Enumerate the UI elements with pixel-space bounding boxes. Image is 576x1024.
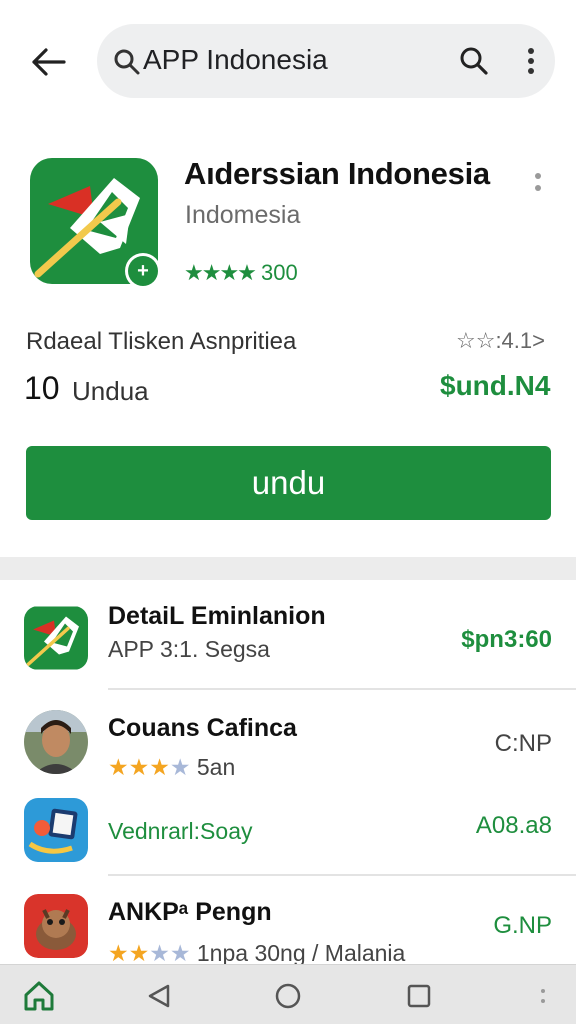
verified-badge-icon: + bbox=[125, 253, 161, 289]
list-item-subtitle: 1npa 30ng / Malania bbox=[196, 940, 406, 966]
app-title: Aıderssian Indonesia bbox=[184, 156, 490, 191]
avatar bbox=[24, 710, 88, 774]
top-bar: APP Indonesia bbox=[0, 0, 576, 120]
app-more-icon[interactable] bbox=[528, 167, 548, 197]
rating-count: 300 bbox=[261, 260, 298, 285]
system-nav-bar bbox=[0, 964, 576, 1024]
nav-more-icon[interactable] bbox=[526, 979, 560, 1013]
back-triangle-icon[interactable] bbox=[142, 979, 176, 1013]
list-item-subtitle: APP 3:1. Segsa bbox=[108, 636, 270, 662]
search-icon[interactable] bbox=[455, 42, 493, 80]
app-price: $und.N4 bbox=[440, 370, 551, 401]
list-item-price: $pn3:60 bbox=[461, 626, 552, 653]
meta-label: Rdaeal Tlisken Asnpritiea bbox=[26, 328, 297, 355]
list-item-title: DetaiL Eminlanion bbox=[108, 602, 326, 630]
list-item-subtitle: 5an bbox=[196, 754, 236, 780]
list-item-title: Couans Cafinca bbox=[108, 714, 297, 742]
app-icon bbox=[24, 894, 88, 958]
list-item-rating: ★★★★ 1npa 30ng / Malania bbox=[108, 940, 405, 967]
list-item-price: C:NP bbox=[494, 730, 552, 757]
list-item[interactable]: ANKPᵃ Pengn ★★★★ 1npa 30ng / Malania G.N… bbox=[0, 892, 576, 967]
app-icon bbox=[24, 606, 88, 670]
square-recents-icon[interactable] bbox=[402, 979, 436, 1013]
install-button[interactable]: undu bbox=[26, 446, 551, 520]
list-item-title: ANKPᵃ Pengn bbox=[108, 898, 272, 926]
list-item-subtitle: Vednrarl:Soay bbox=[108, 818, 253, 844]
meta-rating: ☆☆:4.1> bbox=[456, 328, 545, 353]
list-item[interactable]: DetaiL Eminlanion APP 3:1. Segsa $pn3:60 bbox=[0, 598, 576, 690]
list-item[interactable]: Couans Cafinca ★★★★ 5an C:NP bbox=[0, 706, 576, 790]
list-item-price: G.NP bbox=[493, 912, 552, 939]
meta-count-label: Undua bbox=[72, 376, 149, 406]
divider bbox=[108, 688, 576, 690]
rating-stars: ★★★★ bbox=[184, 260, 257, 285]
section-divider bbox=[0, 557, 576, 580]
search-lead-icon bbox=[113, 48, 141, 81]
meta-count: 10 bbox=[24, 370, 60, 406]
rating-stars-empty: ★ bbox=[169, 754, 191, 780]
app-rating: ★★★★ 300 bbox=[184, 260, 298, 286]
list-item[interactable]: Vednrarl:Soay A08.a8 bbox=[0, 796, 576, 878]
app-developer[interactable]: Indomesia bbox=[185, 201, 300, 230]
circle-home-icon[interactable] bbox=[271, 979, 305, 1013]
back-arrow-icon[interactable] bbox=[24, 38, 72, 86]
rating-stars-empty: ★★ bbox=[149, 940, 191, 966]
list-item-price: A08.a8 bbox=[475, 812, 552, 839]
home-icon[interactable] bbox=[22, 979, 56, 1013]
divider bbox=[108, 874, 576, 876]
list-item-rating: ★★★★ 5an bbox=[108, 754, 235, 781]
search-bar[interactable]: APP Indonesia bbox=[97, 24, 555, 98]
app-icon bbox=[24, 798, 88, 862]
rating-stars: ★★ bbox=[108, 940, 150, 966]
rating-stars: ★★★ bbox=[108, 754, 170, 780]
more-vert-icon[interactable] bbox=[517, 42, 545, 80]
search-query[interactable]: APP Indonesia bbox=[143, 44, 328, 76]
